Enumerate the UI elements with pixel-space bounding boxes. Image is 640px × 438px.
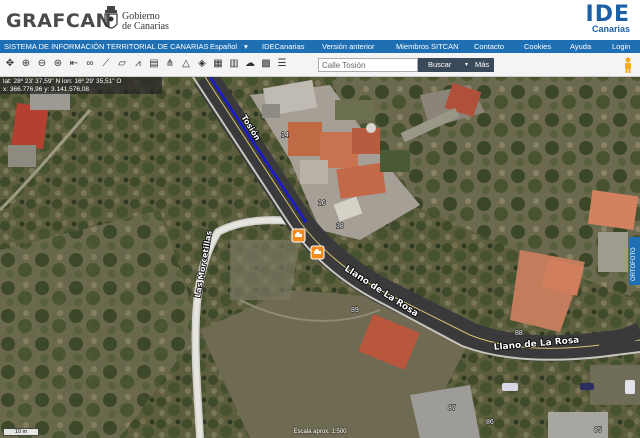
nav-link-login[interactable]: Login: [612, 42, 630, 51]
coat-of-arms-icon: [104, 6, 118, 29]
zoom-out-icon[interactable]: ⊖: [36, 58, 48, 70]
print-icon[interactable]: ▤: [148, 58, 160, 70]
ortofoto-layer-tab[interactable]: ORTOFOTO: [629, 237, 640, 285]
language-caret-icon: ▾: [244, 42, 248, 51]
scale-bar: 10 m: [3, 428, 39, 436]
search-options-caret-icon[interactable]: ▾: [465, 58, 468, 72]
nav-link-idecanarias[interactable]: IDECanarias: [262, 42, 305, 51]
nav-link-miembros-sitcan[interactable]: Miembros SITCAN: [396, 42, 459, 51]
nav-link-contacto[interactable]: Contacto: [474, 42, 504, 51]
measure-icon[interactable]: ⟋: [100, 58, 112, 70]
language-selector[interactable]: Español: [210, 42, 237, 51]
house-number: 87: [448, 405, 456, 412]
full-extent-icon[interactable]: ⇤: [68, 58, 80, 70]
language-label: Español: [210, 42, 238, 51]
house-number: 85: [594, 427, 602, 434]
ide-logo-text: IDE: [585, 2, 630, 27]
zoom-in-icon[interactable]: ⊕: [20, 58, 32, 70]
house-number: 16: [318, 200, 326, 207]
gobierno-line2: de Canarias: [122, 21, 169, 32]
search-button[interactable]: Buscar: [428, 58, 451, 72]
3d-view-icon[interactable]: ▦: [212, 58, 224, 70]
app-header: GRAFCAN Gobierno de Canarias IDE Canaria…: [0, 0, 640, 40]
house-number: 18: [336, 223, 344, 230]
orthophoto: Tosión Llano de La Rosa Llano de La Rosa…: [0, 77, 640, 438]
search-input[interactable]: [318, 58, 418, 72]
building-icon[interactable]: ▥: [228, 58, 240, 70]
system-title: SISTEMA DE INFORMACIÓN TERRITORIAL DE CA…: [4, 42, 209, 51]
map-canvas[interactable]: Tosión Llano de La Rosa Llano de La Rosa…: [0, 77, 640, 438]
nav-link-cookies[interactable]: Cookies: [524, 42, 551, 51]
pegman-icon[interactable]: [622, 57, 634, 73]
grid-icon[interactable]: ▩: [260, 58, 272, 70]
search-button-group: Buscar ▾ Más: [418, 58, 494, 72]
pan-icon[interactable]: ✥: [4, 58, 16, 70]
coordinates-readout: lat: 28º 23' 37,59" N lon: 16º 29' 35,51…: [0, 77, 162, 94]
triangle-icon[interactable]: △: [180, 58, 192, 70]
ortofoto-tab-label: ORTOFOTO: [631, 247, 637, 281]
globe-icon[interactable]: ⊛: [52, 58, 64, 70]
ide-canarias-logo[interactable]: IDE Canarias: [586, 4, 630, 34]
nav-link-version-anterior[interactable]: Versión anterior: [322, 42, 375, 51]
house-number: 88: [515, 330, 523, 337]
house-number: 86: [486, 419, 494, 426]
top-nav-bar: SISTEMA DE INFORMACIÓN TERRITORIAL DE CA…: [0, 40, 640, 53]
scale-text: Escala aprox. 1:500: [293, 429, 347, 435]
link-icon[interactable]: ∞: [84, 58, 96, 70]
poi-marker-2[interactable]: [310, 245, 325, 260]
ide-logo-subtext: Canarias: [591, 24, 630, 34]
gobierno-canarias-logo[interactable]: Gobierno de Canarias: [122, 12, 169, 32]
ruler-icon[interactable]: ▱: [116, 58, 128, 70]
profile-icon[interactable]: ⩘: [132, 58, 144, 70]
house-number: 14: [281, 132, 289, 139]
nav-link-ayuda[interactable]: Ayuda: [570, 42, 591, 51]
cloud-icon[interactable]: ☁: [244, 58, 256, 70]
layers-icon[interactable]: ◈: [196, 58, 208, 70]
grafcan-logo[interactable]: GRAFCAN: [6, 10, 112, 32]
house-number: 89: [351, 307, 359, 314]
coordinates-xy: x: 366.776,96 y: 3.141.576,08: [3, 86, 90, 93]
more-button[interactable]: Más: [475, 58, 489, 72]
poi-marker-1[interactable]: [291, 228, 306, 243]
list-icon[interactable]: ☰: [276, 58, 288, 70]
route-icon[interactable]: ⋔: [164, 58, 176, 70]
coordinates-latlon: lat: 28º 23' 37,59" N lon: 16º 29' 35,51…: [3, 78, 122, 85]
